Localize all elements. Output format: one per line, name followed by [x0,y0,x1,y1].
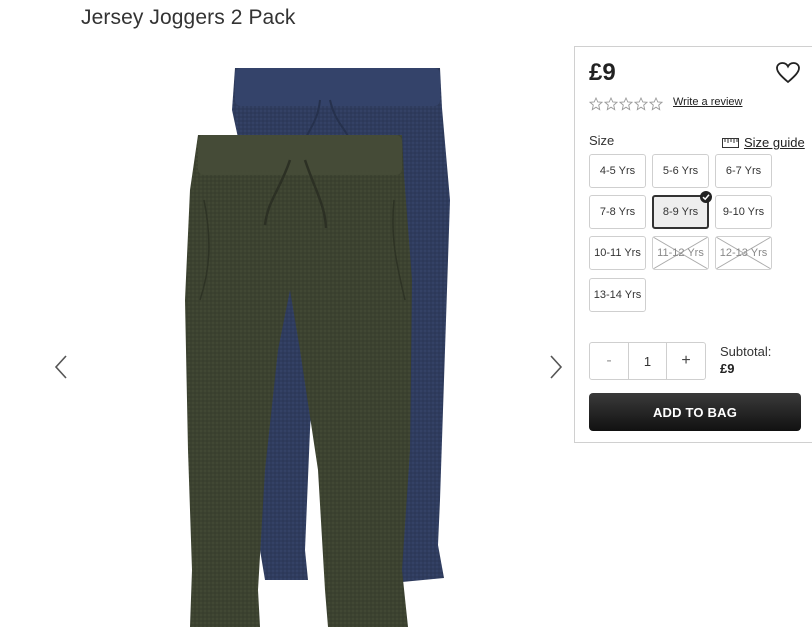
size-option[interactable]: 10-11 Yrs [589,236,646,270]
size-option-unavailable[interactable]: 12-13 Yrs [715,236,772,270]
subtotal-value: £9 [720,361,735,376]
purchase-panel: £9 Write a review Size Size guide 4-5 Yr… [574,46,812,443]
size-option[interactable]: 6-7 Yrs [715,154,772,188]
size-option-unavailable[interactable]: 11-12 Yrs [652,236,709,270]
size-option-label: 8-9 Yrs [662,206,699,218]
size-option[interactable]: 9-10 Yrs [715,195,772,229]
rating-stars [589,97,663,111]
size-guide-link[interactable]: Size guide [722,135,805,150]
star-icon [649,97,663,111]
size-guide-label: Size guide [744,135,805,150]
size-option-label: 5-6 Yrs [662,165,699,177]
size-option-label: 7-8 Yrs [599,206,636,218]
quantity-stepper: - 1 + [589,342,706,380]
add-to-bag-button[interactable]: ADD TO BAG [589,393,801,431]
star-icon [619,97,633,111]
product-image [185,68,450,627]
size-option-label: 6-7 Yrs [725,165,762,177]
chevron-right-icon[interactable] [543,350,567,384]
size-option-label: 10-11 Yrs [594,247,641,259]
quantity-increase-button[interactable]: + [666,343,705,379]
subtotal-label: Subtotal: [720,344,772,359]
check-icon [700,191,712,203]
price: £9 [589,59,616,86]
star-icon [589,97,603,111]
product-gallery [0,40,575,627]
quantity-decrease-button[interactable]: - [590,343,629,379]
size-option-label: 11-12 Yrs [657,247,704,259]
size-label: Size [589,133,615,148]
size-option-selected[interactable]: 8-9 Yrs [652,191,712,229]
size-option-label: 4-5 Yrs [599,165,636,177]
size-option[interactable]: 5-6 Yrs [652,154,709,188]
write-review-link[interactable]: Write a review [673,96,742,108]
size-option[interactable]: 13-14 Yrs [589,278,646,312]
size-option[interactable]: 4-5 Yrs [589,154,646,188]
page-title: Jersey Joggers 2 Pack [81,6,296,29]
star-icon [634,97,648,111]
size-option-label: 12-13 Yrs [719,247,768,259]
size-option[interactable]: 7-8 Yrs [589,195,646,229]
heart-icon[interactable] [775,61,801,85]
quantity-value[interactable]: 1 [629,343,666,379]
ruler-icon [722,137,739,148]
star-icon [604,97,618,111]
chevron-left-icon[interactable] [50,350,74,384]
size-option-label: 13-14 Yrs [593,289,642,301]
size-option-label: 9-10 Yrs [722,206,765,218]
